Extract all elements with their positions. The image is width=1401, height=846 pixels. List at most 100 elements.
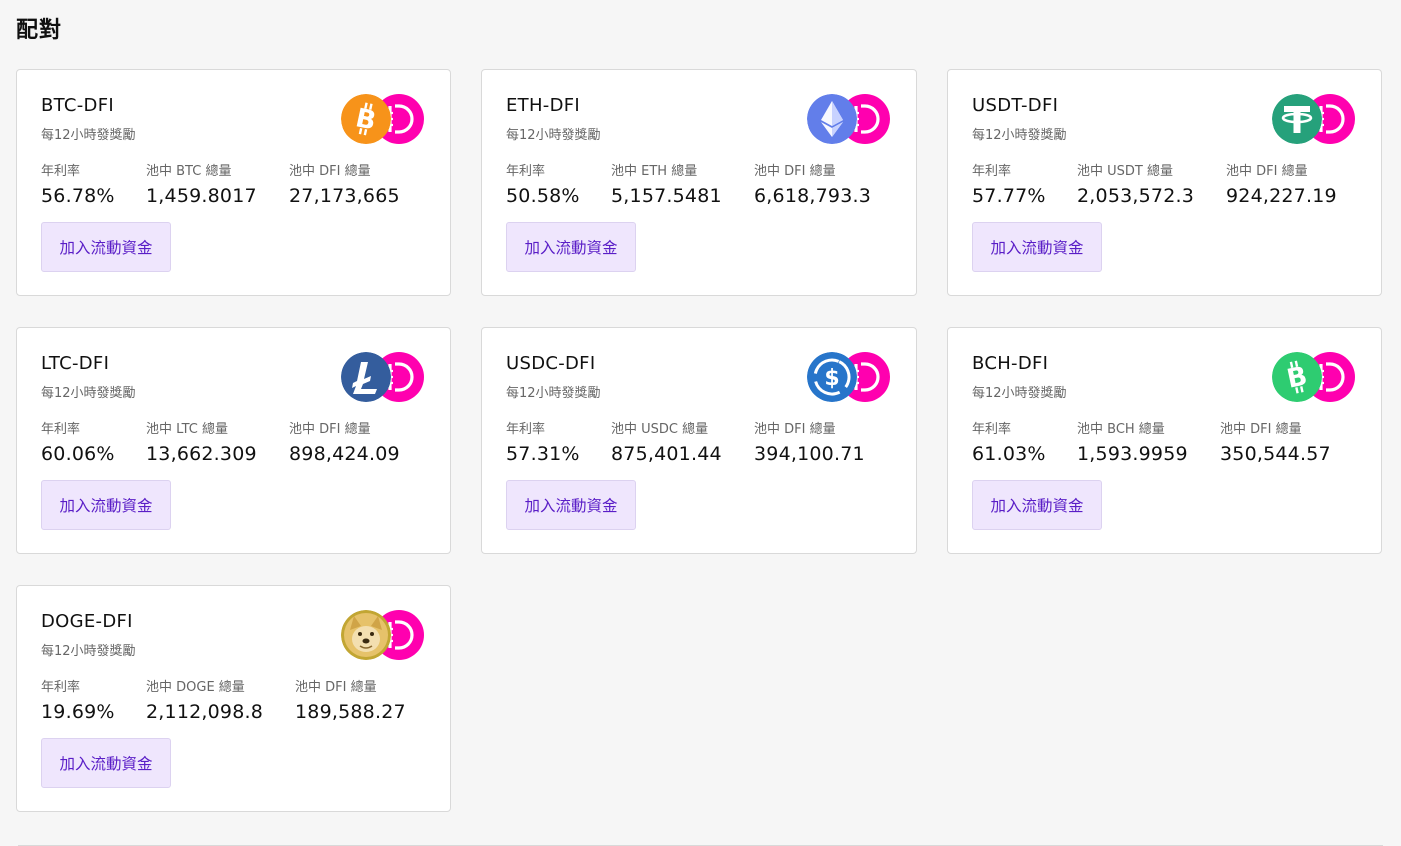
apr-stat: 年利率 57.31% [506,422,611,465]
pool-b-label: 池中 DFI 總量 [1226,164,1308,179]
pair-card: LTC-DFI 每12小時發獎勵 年利率 60.06% 池中 LTC 總量 13… [16,327,451,554]
reward-note: 每12小時發獎勵 [506,128,601,143]
pool-a-stat: 池中 LTC 總量 13,662.309 [146,422,289,465]
pool-a-stat: 池中 DOGE 總量 2,112,098.8 [146,680,295,723]
pair-name: BCH-DFI [972,353,1049,374]
add-liquidity-button[interactable]: 加入流動資金 [41,480,171,530]
pair-stats: 年利率 60.06% 池中 LTC 總量 13,662.309 池中 DFI 總… [41,422,400,465]
pool-a-value: 1,593.9959 [1077,443,1188,465]
pool-b-label: 池中 DFI 總量 [289,164,371,179]
add-liquidity-button[interactable]: 加入流動資金 [41,738,171,788]
pair-stats: 年利率 56.78% 池中 BTC 總量 1,459.8017 池中 DFI 總… [41,164,400,207]
pair-icons: B [1272,352,1355,402]
pool-a-stat: 池中 ETH 總量 5,157.5481 [611,164,754,207]
pool-b-value: 394,100.71 [754,443,865,465]
pool-b-stat: 池中 DFI 總量 189,588.27 [295,680,406,723]
pool-a-value: 2,053,572.3 [1077,185,1195,207]
pool-b-label: 池中 DFI 總量 [1220,422,1302,437]
pair-name: BTC-DFI [41,95,114,116]
reward-note: 每12小時發獎勵 [506,386,601,401]
pair-card: USDC-DFI 每12小時發獎勵 $ 年利率 57.31% 池中 USDC 總… [481,327,917,554]
reward-note: 每12小時發獎勵 [41,128,136,143]
apr-value: 50.58% [506,185,580,207]
pool-b-label: 池中 DFI 總量 [295,680,377,695]
apr-stat: 年利率 56.78% [41,164,146,207]
usdc-icon: $ [807,352,857,402]
pool-a-stat: 池中 BTC 總量 1,459.8017 [146,164,289,207]
pool-a-value: 13,662.309 [146,443,257,465]
pool-a-label: 池中 USDT 總量 [1077,164,1173,179]
pair-card: ETH-DFI 每12小時發獎勵 年利率 50.58% 池中 ETH 總量 5,… [481,69,917,296]
pair-stats: 年利率 19.69% 池中 DOGE 總量 2,112,098.8 池中 DFI… [41,680,406,723]
pair-name: ETH-DFI [506,95,581,116]
apr-stat: 年利率 60.06% [41,422,146,465]
pool-a-label: 池中 BCH 總量 [1077,422,1165,437]
pair-icons [1272,94,1355,144]
add-liquidity-button[interactable]: 加入流動資金 [972,480,1102,530]
pair-name: USDT-DFI [972,95,1059,116]
pool-b-value: 6,618,793.3 [754,185,872,207]
svg-text:$: $ [824,366,839,391]
pool-b-label: 池中 DFI 總量 [289,422,371,437]
pair-name: DOGE-DFI [41,611,133,632]
btc-icon: B [341,94,391,144]
pool-b-stat: 池中 DFI 總量 924,227.19 [1226,164,1337,207]
apr-label: 年利率 [506,422,546,437]
pair-card: DOGE-DFI 每12小時發獎勵 年利率 19.69% 池中 DOGE 總量 … [16,585,451,812]
add-liquidity-button[interactable]: 加入流動資金 [506,480,636,530]
add-liquidity-button[interactable]: 加入流動資金 [506,222,636,272]
pool-a-label: 池中 BTC 總量 [146,164,232,179]
pair-grid: BTC-DFI 每12小時發獎勵 B 年利率 56.78% 池中 BTC 總量 … [16,69,1382,812]
pool-b-stat: 池中 DFI 總量 898,424.09 [289,422,400,465]
pool-b-stat: 池中 DFI 總量 350,544.57 [1220,422,1331,465]
apr-label: 年利率 [41,164,81,179]
pair-card: BTC-DFI 每12小時發獎勵 B 年利率 56.78% 池中 BTC 總量 … [16,69,451,296]
pair-card: BCH-DFI 每12小時發獎勵 B 年利率 61.03% 池中 BCH 總量 … [947,327,1382,554]
pool-a-stat: 池中 BCH 總量 1,593.9959 [1077,422,1220,465]
usdt-icon [1272,94,1322,144]
pool-b-value: 924,227.19 [1226,185,1337,207]
pair-name: USDC-DFI [506,353,596,374]
page-title: 配對 [16,18,63,43]
apr-value: 57.31% [506,443,580,465]
apr-stat: 年利率 57.77% [972,164,1077,207]
bch-icon: B [1272,352,1322,402]
pair-card: USDT-DFI 每12小時發獎勵 年利率 57.77% 池中 USDT 總量 … [947,69,1382,296]
apr-label: 年利率 [41,680,81,695]
pool-b-stat: 池中 DFI 總量 27,173,665 [289,164,400,207]
pool-b-value: 350,544.57 [1220,443,1331,465]
apr-value: 19.69% [41,701,115,723]
pool-a-value: 5,157.5481 [611,185,722,207]
pair-icons [341,610,424,660]
reward-note: 每12小時發獎勵 [972,128,1067,143]
add-liquidity-button[interactable]: 加入流動資金 [972,222,1102,272]
pair-icons: B [341,94,424,144]
apr-value: 57.77% [972,185,1046,207]
pair-name: LTC-DFI [41,353,110,374]
pair-stats: 年利率 57.77% 池中 USDT 總量 2,053,572.3 池中 DFI… [972,164,1337,207]
pair-stats: 年利率 57.31% 池中 USDC 總量 875,401.44 池中 DFI … [506,422,865,465]
pool-a-stat: 池中 USDT 總量 2,053,572.3 [1077,164,1226,207]
pool-a-label: 池中 LTC 總量 [146,422,228,437]
apr-label: 年利率 [972,164,1012,179]
apr-stat: 年利率 61.03% [972,422,1077,465]
pair-icons [807,94,890,144]
pool-a-label: 池中 DOGE 總量 [146,680,245,695]
pool-b-label: 池中 DFI 總量 [754,422,836,437]
eth-icon [807,94,857,144]
pool-b-value: 189,588.27 [295,701,406,723]
pair-stats: 年利率 50.58% 池中 ETH 總量 5,157.5481 池中 DFI 總… [506,164,871,207]
apr-label: 年利率 [41,422,81,437]
reward-note: 每12小時發獎勵 [972,386,1067,401]
reward-note: 每12小時發獎勵 [41,386,136,401]
pool-a-label: 池中 USDC 總量 [611,422,709,437]
add-liquidity-button[interactable]: 加入流動資金 [41,222,171,272]
ltc-icon [341,352,391,402]
pair-stats: 年利率 61.03% 池中 BCH 總量 1,593.9959 池中 DFI 總… [972,422,1331,465]
pair-icons: $ [807,352,890,402]
pool-a-value: 2,112,098.8 [146,701,264,723]
reward-note: 每12小時發獎勵 [41,644,136,659]
pool-a-label: 池中 ETH 總量 [611,164,698,179]
apr-label: 年利率 [506,164,546,179]
apr-label: 年利率 [972,422,1012,437]
